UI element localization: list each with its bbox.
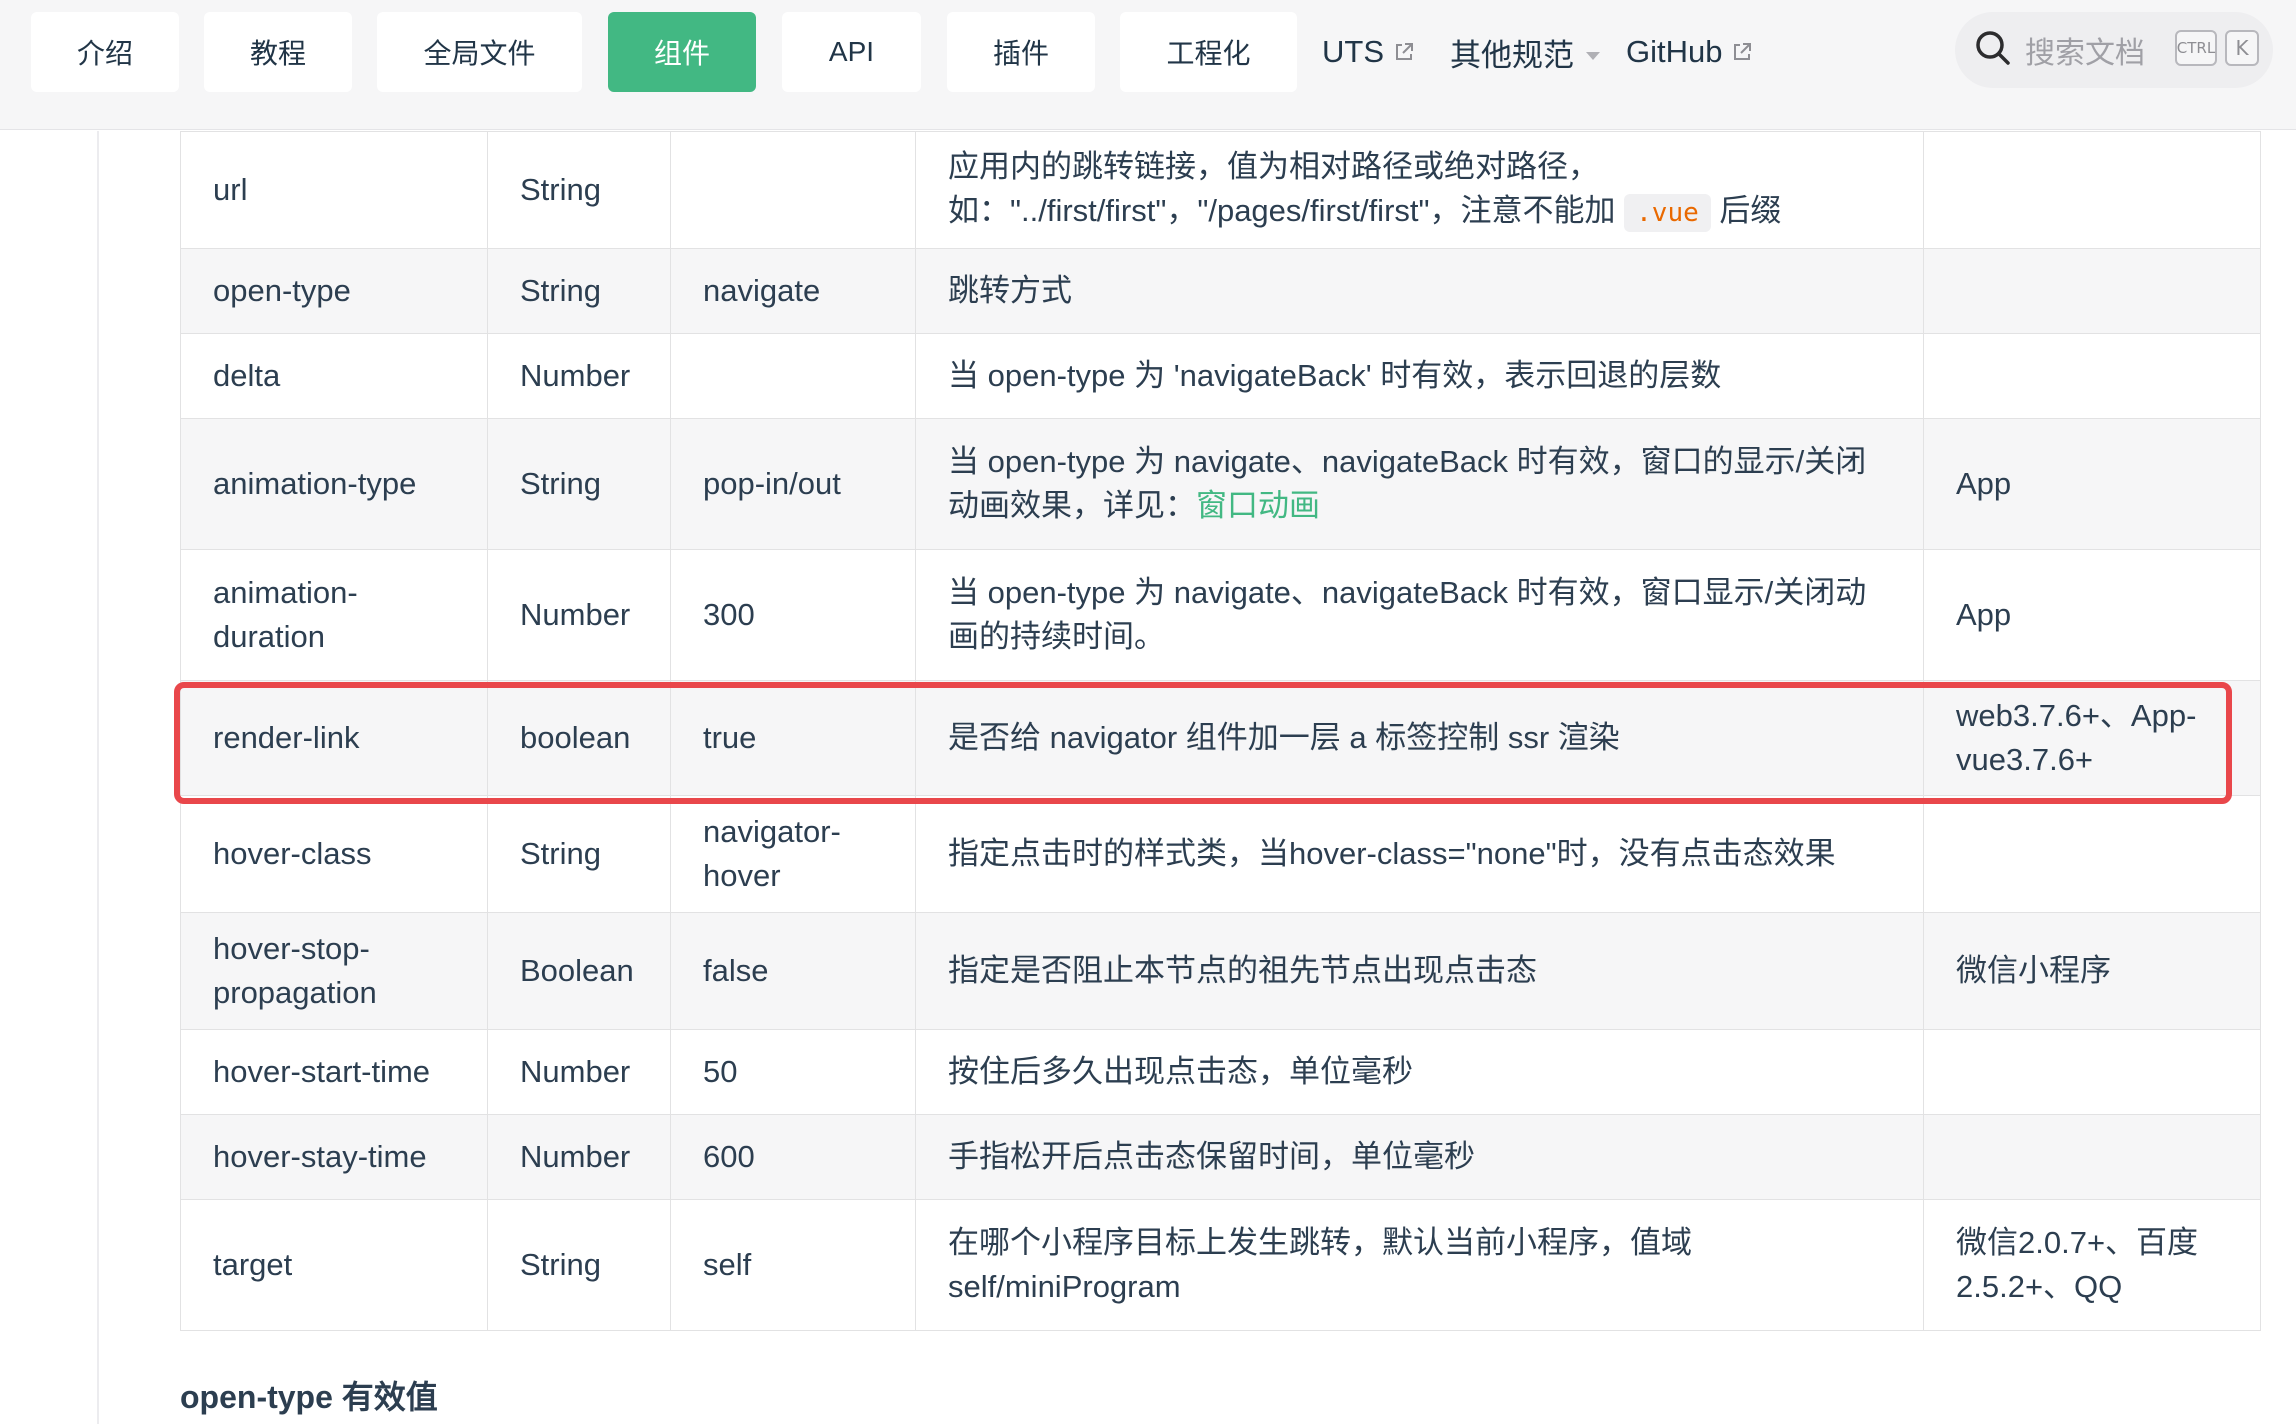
nav-link-uts[interactable]: UTS (1322, 12, 1414, 92)
cell-attr-type: String (487, 131, 671, 249)
cell-attr-default: 600 (670, 1114, 916, 1200)
cell-attr-platform: App (1923, 418, 2261, 550)
nav-tab-intro[interactable]: 介绍 (31, 12, 179, 92)
window-animation-link[interactable]: 窗口动画 (1196, 488, 1320, 523)
cell-attr-platform (1923, 248, 2261, 334)
cell-attr-default: self (670, 1199, 916, 1331)
cell-attr-desc: 在哪个小程序目标上发生跳转，默认当前小程序，值域self/miniProgram (915, 1199, 1924, 1331)
cell-attr-platform (1923, 795, 2261, 913)
kbd-k-key: K (2225, 30, 2259, 66)
desc-line-1: 应用内的跳转链接，值为相对路径或绝对路径， (948, 149, 1599, 184)
search-input[interactable]: 搜索文档 CTRL K (1955, 12, 2273, 88)
table-row: hover-stop-propagation Boolean false 指定是… (180, 912, 2261, 1030)
nav-tab-global-files[interactable]: 全局文件 (377, 12, 582, 92)
nav-tab-plugins[interactable]: 插件 (947, 12, 1095, 92)
cell-attr-type: Number (487, 1029, 671, 1115)
sidebar-divider (97, 131, 99, 1424)
cell-attr-name: animation-duration (180, 549, 488, 681)
cell-attr-platform: web3.7.6+、App-vue3.7.6+ (1923, 680, 2261, 796)
cell-attr-name: delta (180, 333, 488, 419)
nav-link-other-specs[interactable]: 其他规范 (1450, 12, 1602, 92)
props-table: url String 应用内的跳转链接，值为相对路径或绝对路径， 如："../f… (180, 131, 2261, 1331)
cell-attr-desc: 指定点击时的样式类，当hover-class="none"时，没有点击态效果 (915, 795, 1924, 913)
nav-link-github-label: GitHub (1626, 34, 1723, 69)
cell-attr-name: hover-stop-propagation (180, 912, 488, 1030)
nav-link-uts-label: UTS (1322, 34, 1384, 69)
top-navbar: 介绍 教程 全局文件 组件 API 插件 工程化 UTS 其他规范 GitHub… (0, 0, 2296, 130)
cell-attr-name: hover-class (180, 795, 488, 913)
cell-attr-default: 50 (670, 1029, 916, 1115)
cell-attr-platform (1923, 131, 2261, 249)
cell-attr-name: hover-start-time (180, 1029, 488, 1115)
cell-attr-type: Number (487, 549, 671, 681)
caret-down-icon (1584, 34, 1602, 70)
cell-attr-type: Boolean (487, 912, 671, 1030)
cell-attr-type: String (487, 248, 671, 334)
cell-attr-desc: 是否给 navigator 组件加一层 a 标签控制 ssr 渲染 (915, 680, 1924, 796)
cell-attr-type: String (487, 1199, 671, 1331)
cell-attr-desc: 当 open-type 为 navigate、navigateBack 时有效，… (915, 549, 1924, 681)
inline-code: .vue (1624, 194, 1711, 232)
table-row: delta Number 当 open-type 为 'navigateBack… (180, 333, 2261, 419)
nav-link-other-specs-label: 其他规范 (1450, 37, 1574, 73)
table-row: open-type String navigate 跳转方式 (180, 248, 2261, 334)
cell-attr-type: Number (487, 333, 671, 419)
cell-attr-name: target (180, 1199, 488, 1331)
table-row: hover-class String navigator-hover 指定点击时… (180, 795, 2261, 913)
cell-attr-default (670, 131, 916, 249)
table-row: hover-stay-time Number 600 手指松开后点击态保留时间，… (180, 1114, 2261, 1200)
cell-attr-platform: 微信小程序 (1923, 912, 2261, 1030)
cell-attr-default: pop-in/out (670, 418, 916, 550)
search-placeholder: 搜索文档 (2025, 37, 2145, 70)
cell-attr-name: hover-stay-time (180, 1114, 488, 1200)
desc-text: 当 open-type 为 navigate、navigateBack 时有效，… (948, 444, 1867, 523)
cell-attr-desc: 按住后多久出现点击态，单位毫秒 (915, 1029, 1924, 1115)
table-row: url String 应用内的跳转链接，值为相对路径或绝对路径， 如："../f… (180, 131, 2261, 249)
external-link-icon (1732, 42, 1752, 62)
cell-attr-desc: 应用内的跳转链接，值为相对路径或绝对路径， 如："../first/first"… (915, 131, 1924, 249)
cell-attr-name: render-link (180, 680, 488, 796)
cell-attr-default: navigate (670, 248, 916, 334)
cell-attr-default (670, 333, 916, 419)
cell-attr-default: false (670, 912, 916, 1030)
cell-attr-platform (1923, 1029, 2261, 1115)
desc-line-2: 如："../first/first"，"/pages/first/first"，… (948, 189, 1891, 235)
desc-text: 后缀 (1710, 193, 1782, 228)
table-row: animation-type String pop-in/out 当 open-… (180, 418, 2261, 550)
cell-attr-platform: 微信2.0.7+、百度2.5.2+、QQ (1923, 1199, 2261, 1331)
table-row: target String self 在哪个小程序目标上发生跳转，默认当前小程序… (180, 1199, 2261, 1331)
cell-attr-desc: 当 open-type 为 'navigateBack' 时有效，表示回退的层数 (915, 333, 1924, 419)
nav-tab-engineering[interactable]: 工程化 (1120, 12, 1297, 92)
cell-attr-desc: 跳转方式 (915, 248, 1924, 334)
cell-attr-name: animation-type (180, 418, 488, 550)
cell-attr-name: url (180, 131, 488, 249)
cell-attr-desc: 当 open-type 为 navigate、navigateBack 时有效，… (915, 418, 1924, 550)
nav-tab-components[interactable]: 组件 (608, 12, 756, 92)
cell-attr-platform (1923, 333, 2261, 419)
cell-attr-desc: 指定是否阻止本节点的祖先节点出现点击态 (915, 912, 1924, 1030)
cell-attr-name: open-type (180, 248, 488, 334)
table-row: hover-start-time Number 50 按住后多久出现点击态，单位… (180, 1029, 2261, 1115)
cell-attr-default: 300 (670, 549, 916, 681)
cell-attr-platform: App (1923, 549, 2261, 681)
external-link-icon (1394, 42, 1414, 62)
cell-attr-type: boolean (487, 680, 671, 796)
nav-tab-api[interactable]: API (782, 12, 921, 92)
kbd-ctrl-key: CTRL (2175, 30, 2217, 66)
desc-text: 如："../first/first"，"/pages/first/first"，… (948, 193, 1625, 228)
props-table-container: url String 应用内的跳转链接，值为相对路径或绝对路径， 如："../f… (180, 131, 2261, 1331)
table-row-render-link: render-link boolean true 是否给 navigator 组… (180, 680, 2261, 796)
nav-tab-tutorial[interactable]: 教程 (204, 12, 352, 92)
cell-attr-type: String (487, 795, 671, 913)
table-row: animation-duration Number 300 当 open-typ… (180, 549, 2261, 681)
cell-attr-desc: 手指松开后点击态保留时间，单位毫秒 (915, 1114, 1924, 1200)
cell-attr-default: navigator-hover (670, 795, 916, 913)
cell-attr-type: String (487, 418, 671, 550)
section-heading-open-type-values: open-type 有效值 (180, 1379, 438, 1415)
search-icon (1973, 28, 2013, 73)
cell-attr-default: true (670, 680, 916, 796)
cell-attr-type: Number (487, 1114, 671, 1200)
cell-attr-platform (1923, 1114, 2261, 1200)
nav-link-github[interactable]: GitHub (1626, 12, 1752, 92)
